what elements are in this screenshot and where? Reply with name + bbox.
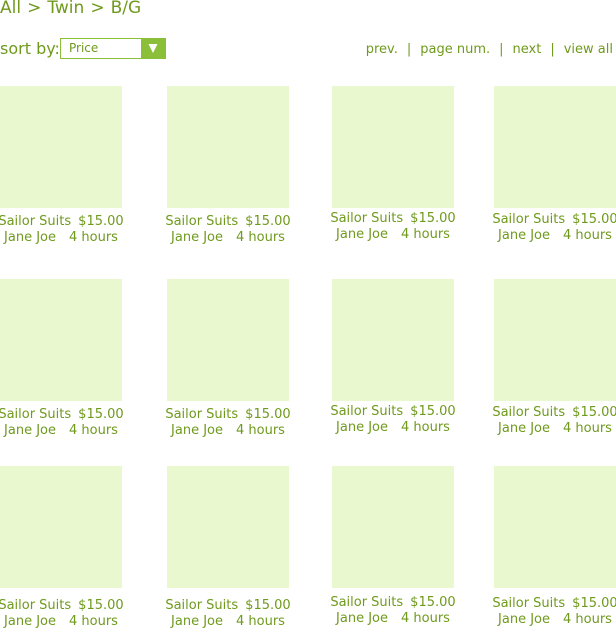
breadcrumb-item-twin[interactable]: Twin	[47, 0, 84, 18]
chevron-down-icon	[148, 44, 158, 53]
view-all-link[interactable]: view all	[564, 42, 613, 57]
product-seller[interactable]: Jane Joe	[498, 228, 550, 243]
product-card[interactable]: Sailor Suits $15.00 Jane Joe 4 hours	[330, 279, 456, 436]
product-seller[interactable]: Jane Joe	[4, 230, 56, 245]
product-card[interactable]: Sailor Suits $15.00 Jane Joe 4 hours	[492, 86, 616, 244]
product-price: $15.00	[572, 596, 616, 611]
dropdown-arrow-button[interactable]	[141, 39, 165, 58]
product-caption: Sailor Suits $15.00 Jane Joe 4 hours	[328, 211, 458, 243]
product-time: 4 hours	[401, 227, 450, 242]
product-title[interactable]: Sailor Suits	[330, 595, 403, 610]
product-card[interactable]: Sailor Suits $15.00 Jane Joe 4 hours	[165, 279, 291, 439]
product-caption: Sailor Suits $15.00 Jane Joe 4 hours	[0, 598, 126, 630]
product-card[interactable]: Sailor Suits $15.00 Jane Joe 4 hours	[0, 466, 124, 630]
pager-separator: |	[550, 42, 555, 57]
product-thumbnail[interactable]	[494, 279, 616, 401]
product-time: 4 hours	[563, 228, 612, 243]
product-caption: Sailor Suits $15.00 Jane Joe 4 hours	[0, 214, 126, 246]
product-card[interactable]: Sailor Suits $15.00 Jane Joe 4 hours	[330, 86, 456, 243]
product-thumbnail[interactable]	[494, 466, 616, 588]
product-seller[interactable]: Jane Joe	[336, 227, 388, 242]
pagination: prev. | page num. | next | view all	[366, 42, 613, 57]
next-link[interactable]: next	[513, 42, 542, 57]
product-caption: Sailor Suits $15.00 Jane Joe 4 hours	[163, 214, 293, 246]
product-thumbnail[interactable]	[332, 86, 454, 208]
sort-dropdown[interactable]: Price	[60, 38, 166, 59]
product-time: 4 hours	[563, 421, 612, 436]
product-title[interactable]: Sailor Suits	[165, 598, 238, 613]
breadcrumb-separator: >	[90, 0, 105, 18]
product-seller[interactable]: Jane Joe	[498, 421, 550, 436]
product-price: $15.00	[410, 404, 456, 419]
product-caption: Sailor Suits $15.00 Jane Joe 4 hours	[163, 598, 293, 630]
product-price: $15.00	[410, 595, 456, 610]
product-time: 4 hours	[236, 230, 285, 245]
sort-label: sort by:	[0, 39, 60, 58]
product-title[interactable]: Sailor Suits	[492, 596, 565, 611]
product-thumbnail[interactable]	[494, 86, 616, 208]
product-seller[interactable]: Jane Joe	[171, 230, 223, 245]
product-thumbnail[interactable]	[0, 466, 122, 588]
product-card[interactable]: Sailor Suits $15.00 Jane Joe 4 hours	[165, 466, 291, 630]
product-caption: Sailor Suits $15.00 Jane Joe 4 hours	[328, 404, 458, 436]
product-price: $15.00	[245, 407, 291, 422]
product-caption: Sailor Suits $15.00 Jane Joe 4 hours	[490, 596, 616, 628]
product-title[interactable]: Sailor Suits	[492, 405, 565, 420]
product-title[interactable]: Sailor Suits	[330, 211, 403, 226]
product-price: $15.00	[78, 214, 124, 229]
product-price: $15.00	[245, 598, 291, 613]
product-thumbnail[interactable]	[332, 466, 454, 588]
breadcrumb-item-current: B/G	[110, 0, 142, 18]
breadcrumb: All > Twin > B/G	[0, 0, 141, 18]
product-caption: Sailor Suits $15.00 Jane Joe 4 hours	[0, 407, 126, 439]
product-seller[interactable]: Jane Joe	[498, 612, 550, 627]
breadcrumb-item-all[interactable]: All	[0, 0, 21, 18]
product-thumbnail[interactable]	[167, 279, 289, 401]
product-seller[interactable]: Jane Joe	[336, 420, 388, 435]
product-card[interactable]: Sailor Suits $15.00 Jane Joe 4 hours	[0, 86, 124, 246]
product-seller[interactable]: Jane Joe	[4, 423, 56, 438]
page-number-link[interactable]: page num.	[420, 42, 490, 57]
product-price: $15.00	[78, 407, 124, 422]
product-time: 4 hours	[401, 611, 450, 626]
product-title[interactable]: Sailor Suits	[0, 214, 71, 229]
product-price: $15.00	[572, 405, 616, 420]
product-card[interactable]: Sailor Suits $15.00 Jane Joe 4 hours	[0, 279, 124, 439]
product-title[interactable]: Sailor Suits	[492, 212, 565, 227]
product-thumbnail[interactable]	[0, 86, 122, 208]
product-caption: Sailor Suits $15.00 Jane Joe 4 hours	[490, 405, 616, 437]
product-time: 4 hours	[236, 423, 285, 438]
product-price: $15.00	[78, 598, 124, 613]
product-thumbnail[interactable]	[167, 86, 289, 208]
prev-link[interactable]: prev.	[366, 42, 398, 57]
product-title[interactable]: Sailor Suits	[330, 404, 403, 419]
product-card[interactable]: Sailor Suits $15.00 Jane Joe 4 hours	[330, 466, 456, 627]
product-card[interactable]: Sailor Suits $15.00 Jane Joe 4 hours	[492, 279, 616, 437]
product-title[interactable]: Sailor Suits	[165, 214, 238, 229]
product-caption: Sailor Suits $15.00 Jane Joe 4 hours	[490, 212, 616, 244]
product-card[interactable]: Sailor Suits $15.00 Jane Joe 4 hours	[165, 86, 291, 246]
product-seller[interactable]: Jane Joe	[171, 423, 223, 438]
product-caption: Sailor Suits $15.00 Jane Joe 4 hours	[163, 407, 293, 439]
breadcrumb-separator: >	[27, 0, 42, 18]
pager-separator: |	[499, 42, 504, 57]
product-seller[interactable]: Jane Joe	[336, 611, 388, 626]
product-thumbnail[interactable]	[167, 466, 289, 588]
product-price: $15.00	[245, 214, 291, 229]
product-caption: Sailor Suits $15.00 Jane Joe 4 hours	[328, 595, 458, 627]
product-thumbnail[interactable]	[332, 279, 454, 401]
product-thumbnail[interactable]	[0, 279, 122, 401]
product-time: 4 hours	[69, 230, 118, 245]
product-time: 4 hours	[401, 420, 450, 435]
product-price: $15.00	[410, 211, 456, 226]
product-title[interactable]: Sailor Suits	[165, 407, 238, 422]
product-time: 4 hours	[563, 612, 612, 627]
product-title[interactable]: Sailor Suits	[0, 407, 71, 422]
pager-separator: |	[406, 42, 412, 57]
sort-selected-value: Price	[69, 41, 99, 55]
product-price: $15.00	[572, 212, 616, 227]
product-title[interactable]: Sailor Suits	[0, 598, 71, 613]
product-time: 4 hours	[69, 423, 118, 438]
product-card[interactable]: Sailor Suits $15.00 Jane Joe 4 hours	[492, 466, 616, 628]
